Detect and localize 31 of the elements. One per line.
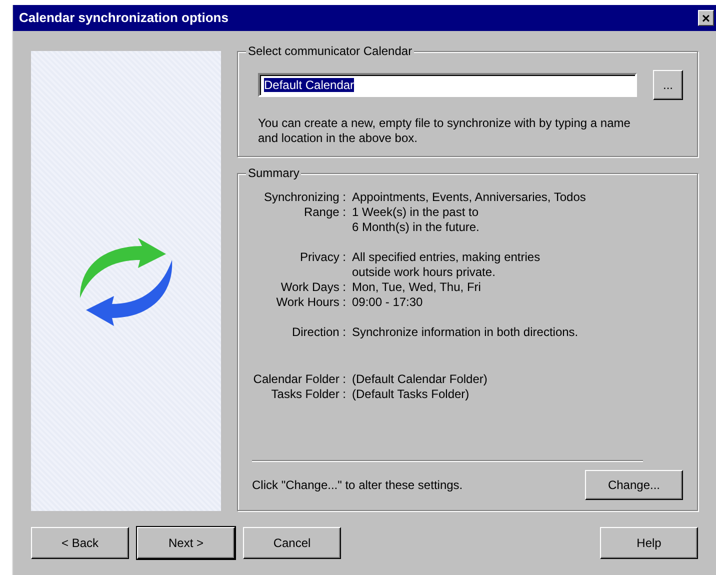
- summary-value: (Default Tasks Folder): [352, 387, 470, 402]
- summary-value: Synchronize information in both directions.: [352, 325, 578, 340]
- calendar-name-field[interactable]: Default Calendar: [258, 73, 637, 97]
- summary-value: Mon, Tue, Wed, Thu, Fri: [352, 280, 481, 295]
- summary-label: Direction :: [290, 325, 347, 340]
- summary-label: Privacy :: [298, 250, 347, 266]
- summary-value: outside work hours private.: [352, 265, 496, 280]
- wizard-button[interactable]: Cancel: [243, 527, 341, 559]
- summary-label: Calendar Folder :: [252, 372, 347, 387]
- settings-note: Click "Change..." to alter these settings.: [252, 477, 463, 494]
- summary-value: (Default Calendar Folder): [352, 372, 488, 387]
- wizard-button[interactable]: Help: [600, 527, 698, 559]
- summary-value: 6 Month(s) in the future.: [352, 220, 480, 235]
- hint-text: You can create a new, empty file to synchronize with by typing a name and location in the above box.: [258, 116, 632, 146]
- summary-label: Tasks Folder :: [270, 387, 347, 402]
- summary-value: 09:00 - 17:30: [352, 295, 423, 310]
- summary-label: Work Days :: [280, 280, 347, 295]
- browse-button[interactable]: ...: [653, 70, 683, 100]
- summary-value: Appointments, Events, Anniversaries, Todos: [352, 190, 586, 205]
- summary-value: All specified entries, making entries: [352, 250, 540, 265]
- wizard-button[interactable]: < Back: [31, 527, 129, 559]
- summary-label: Synchronizing :: [262, 190, 347, 205]
- summary-value: 1 Week(s) in the past to: [352, 205, 480, 220]
- group-title: Summary: [246, 166, 302, 180]
- group-title: Select communicator Calendar: [246, 44, 414, 58]
- wizard-button[interactable]: Next >: [137, 527, 235, 559]
- change-button[interactable]: Change...: [585, 470, 683, 500]
- summary-label: Work Hours :: [275, 295, 347, 310]
- window-title: Calendar synchronization options: [19, 9, 228, 28]
- close-button[interactable]: ×: [698, 10, 714, 26]
- summary-label: Range :: [302, 205, 347, 221]
